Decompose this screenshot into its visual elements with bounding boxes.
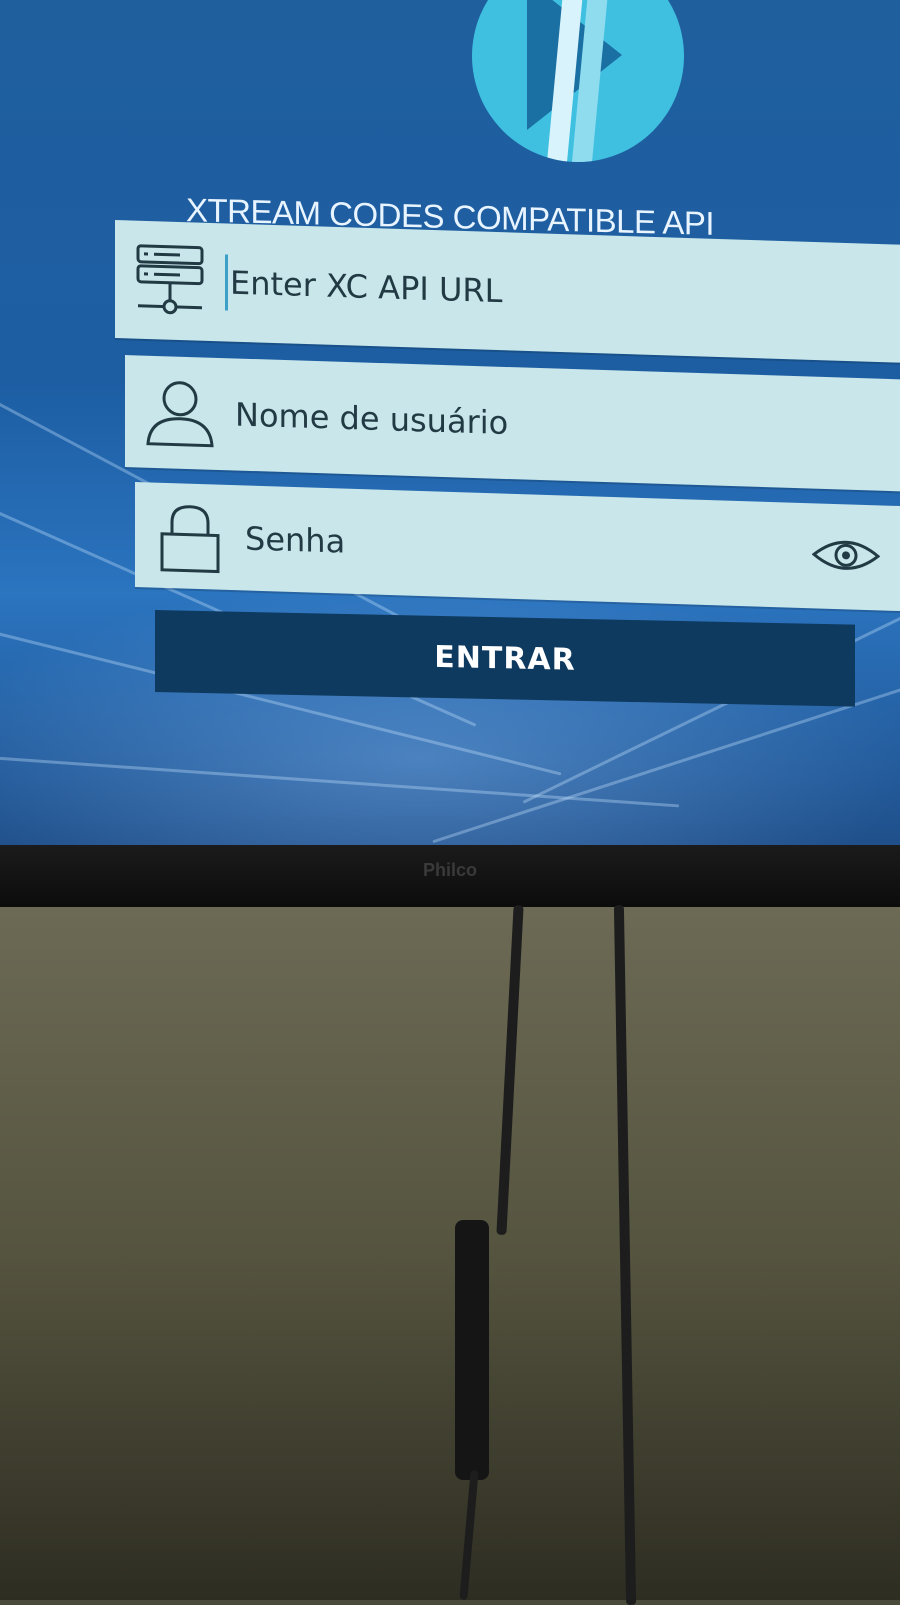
tv-screen: XTREAM CODES COMPATIBLE API Enter XC API… bbox=[0, 0, 900, 850]
server-icon bbox=[115, 239, 225, 322]
password-input[interactable]: Senha bbox=[245, 519, 345, 560]
login-button[interactable]: ENTRAR bbox=[155, 610, 855, 707]
power-adapter bbox=[455, 1220, 489, 1480]
username-input[interactable]: Nome de usuário bbox=[235, 395, 508, 442]
tv-brand-logo: Philco bbox=[0, 860, 900, 881]
url-input[interactable]: Enter XC API URL bbox=[230, 264, 502, 311]
username-field[interactable]: Nome de usuário bbox=[125, 355, 900, 492]
app-logo bbox=[472, 0, 684, 162]
password-field[interactable]: Senha bbox=[135, 482, 900, 611]
user-icon bbox=[125, 373, 235, 452]
eye-icon[interactable] bbox=[812, 534, 880, 580]
lock-icon bbox=[135, 497, 245, 576]
url-field[interactable]: Enter XC API URL bbox=[115, 220, 900, 363]
text-caret bbox=[225, 254, 228, 310]
wall-background bbox=[0, 907, 900, 1600]
play-logo-icon bbox=[472, 0, 684, 162]
